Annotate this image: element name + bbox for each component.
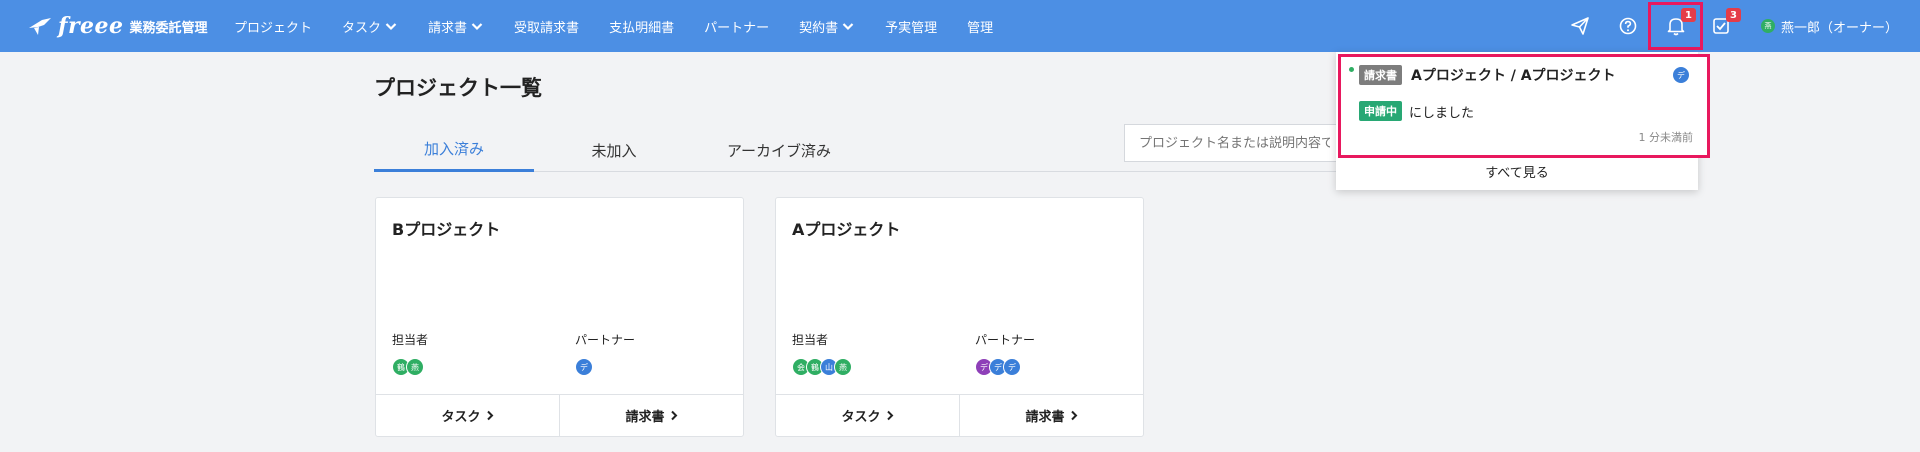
notification-title: Aプロジェクト / Aプロジェクト — [1411, 68, 1616, 84]
nav-item-partners[interactable]: パートナー — [704, 17, 769, 36]
tab-not-joined[interactable]: 未加入 — [534, 128, 694, 172]
partner-label: パートナー — [975, 333, 1036, 347]
avatar[interactable]: デ — [575, 358, 593, 376]
tasks-link-button[interactable]: タスク — [376, 395, 559, 436]
notification-dropdown: 請求書 Aプロジェクト / Aプロジェクト デ 申請中 にしました 1 分未満前… — [1336, 52, 1710, 190]
chevron-right-icon — [1070, 410, 1077, 421]
question-circle-icon — [1619, 17, 1637, 35]
chevron-right-icon — [670, 410, 677, 421]
freee-bird-logo-icon — [29, 18, 51, 35]
chevron-down-icon — [471, 23, 483, 31]
brand-logo-text: freee — [58, 13, 124, 39]
invoices-link-button[interactable]: 請求書 — [559, 395, 743, 436]
assignee-label: 担当者 — [792, 333, 829, 347]
avatar[interactable]: 燕 — [406, 358, 424, 376]
tab-archived[interactable]: アーカイブ済み — [694, 128, 864, 172]
status-badge: 申請中 — [1359, 101, 1402, 121]
partner-avatars: デ — [575, 358, 593, 376]
send-button[interactable] — [1568, 14, 1592, 38]
project-card[interactable]: Aプロジェクト 担当者 パートナー 会 鶴 山 燕 デ デ デ タスク 請求書 — [775, 197, 1144, 437]
card-footer: タスク 請求書 — [776, 394, 1143, 436]
document-type-tag: 請求書 — [1359, 65, 1402, 85]
chevron-down-icon — [842, 23, 854, 31]
avatar[interactable]: デ — [1003, 358, 1021, 376]
tasks-link-button[interactable]: タスク — [776, 395, 959, 436]
task-count-badge: 3 — [1726, 8, 1741, 22]
top-navigation-bar: freee 業務委託管理 プロジェクト タスク 請求書 受取請求書 支払明細書 … — [0, 0, 1920, 52]
project-name: Bプロジェクト — [392, 220, 501, 239]
notification-time: 1 分未満前 — [1638, 131, 1694, 144]
nav-item-tasks[interactable]: タスク — [342, 17, 398, 36]
paper-plane-icon — [1571, 17, 1589, 35]
chevron-right-icon — [886, 410, 893, 421]
invoices-link-button[interactable]: 請求書 — [959, 395, 1143, 436]
nav-item-payment-statements[interactable]: 支払明細書 — [609, 17, 674, 36]
help-button[interactable] — [1616, 14, 1640, 38]
brand[interactable]: freee 業務委託管理 — [28, 10, 208, 42]
notification-item[interactable]: 請求書 Aプロジェクト / Aプロジェクト デ 申請中 にしました 1 分未満前 — [1338, 54, 1710, 158]
notification-message: にしました — [1409, 106, 1475, 121]
avatar: デ — [1673, 67, 1689, 83]
brand-product-name: 業務委託管理 — [129, 20, 208, 36]
user-name: 燕一郎（オーナー） — [1781, 20, 1899, 36]
user-avatar: 燕 — [1761, 19, 1775, 33]
assignee-avatars: 鶴 燕 — [392, 358, 424, 376]
project-search-input[interactable] — [1124, 124, 1344, 162]
tab-joined[interactable]: 加入済み — [374, 128, 534, 172]
assignee-avatars: 会 鶴 山 燕 — [792, 358, 852, 376]
page-title: プロジェクト一覧 — [374, 76, 542, 100]
nav-item-contracts[interactable]: 契約書 — [799, 17, 855, 36]
nav-item-invoices[interactable]: 請求書 — [428, 17, 484, 36]
tasks-button[interactable]: 3 — [1709, 8, 1741, 38]
nav-item-budget[interactable]: 予実管理 — [885, 17, 937, 36]
partner-label: パートナー — [575, 333, 636, 347]
project-name: Aプロジェクト — [792, 220, 901, 239]
project-card[interactable]: Bプロジェクト 担当者 パートナー 鶴 燕 デ タスク 請求書 — [375, 197, 744, 437]
card-footer: タスク 請求書 — [376, 394, 743, 436]
nav-item-received-invoices[interactable]: 受取請求書 — [514, 17, 579, 36]
see-all-link[interactable]: すべて見る — [1336, 162, 1698, 181]
partner-avatars: デ デ デ — [975, 358, 1021, 376]
unread-dot-icon — [1349, 67, 1354, 72]
chevron-right-icon — [486, 410, 493, 421]
avatar[interactable]: 燕 — [834, 358, 852, 376]
bell-highlight-frame — [1648, 2, 1703, 50]
chevron-down-icon — [385, 23, 397, 31]
nav-item-projects[interactable]: プロジェクト — [234, 17, 312, 36]
user-menu[interactable]: 燕 燕一郎（オーナー） — [1761, 0, 1898, 52]
main-nav: プロジェクト タスク 請求書 受取請求書 支払明細書 パートナー 契約書 予実管… — [234, 0, 1023, 52]
nav-item-admin[interactable]: 管理 — [967, 17, 993, 36]
assignee-label: 担当者 — [392, 333, 429, 347]
